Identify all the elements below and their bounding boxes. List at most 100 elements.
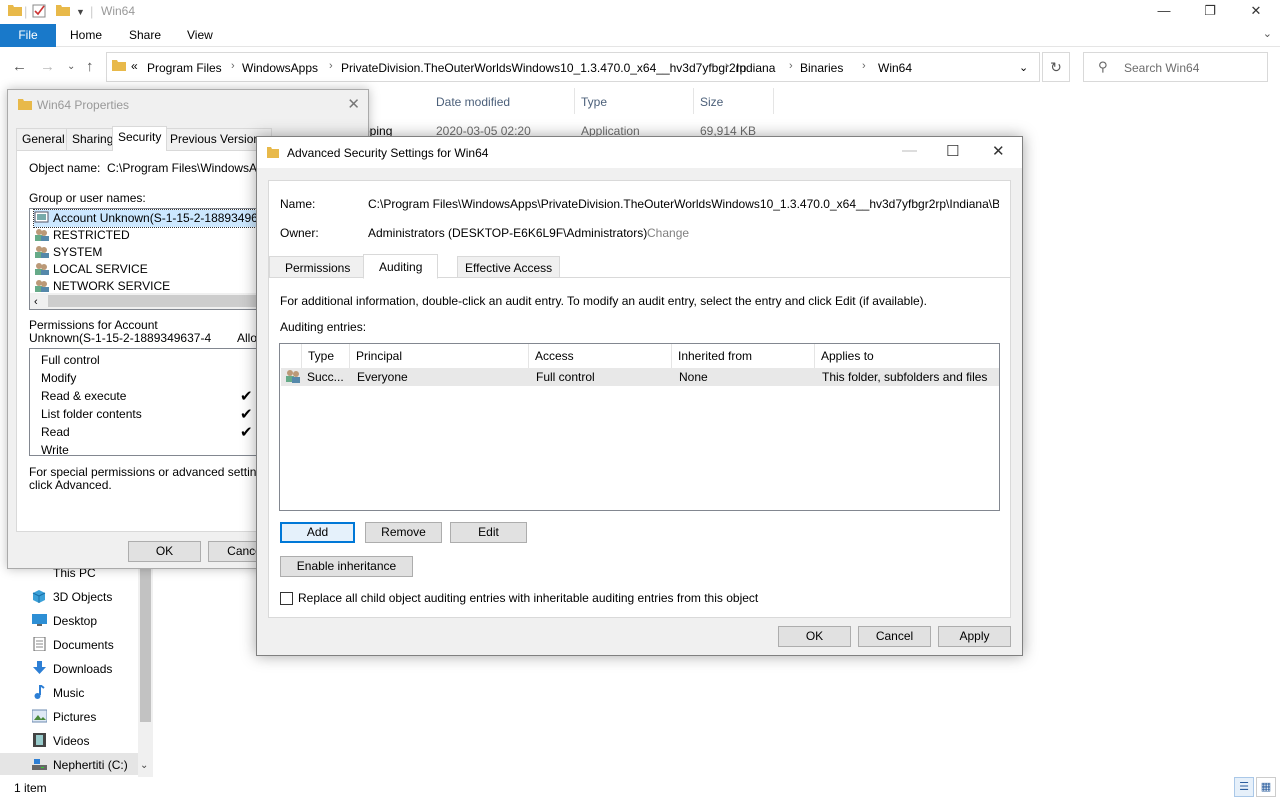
column-applies-to[interactable]: Applies to [815, 344, 999, 368]
group-user-list[interactable]: Account Unknown(S-1-15-2-1889349637-4 RE… [29, 208, 269, 310]
auditing-entries-list[interactable]: Type Principal Access Inherited from App… [279, 343, 1000, 511]
nav-drive-c[interactable]: Nephertiti (C:) [32, 754, 152, 776]
ok-button[interactable]: OK [128, 541, 201, 562]
table-row[interactable]: Succ... Everyone Full control None This … [281, 368, 999, 386]
desktop-icon [32, 612, 48, 626]
perm-modify: Modify [41, 371, 77, 385]
pictures-icon [31, 708, 48, 723]
close-icon[interactable]: ✕ [992, 142, 1005, 160]
address-dropdown-icon[interactable]: ⌄ [1019, 61, 1028, 74]
owner-label: Owner: [280, 226, 319, 240]
remove-button[interactable]: Remove [365, 522, 442, 543]
tab-security[interactable]: Security [112, 126, 168, 151]
permissions-for-label: Permissions for Account [29, 318, 158, 332]
perm-list-folder: List folder contents [41, 407, 142, 421]
list-item[interactable]: RESTRICTED [34, 227, 130, 244]
expand-ribbon-icon[interactable]: ⌄ [1263, 27, 1272, 40]
folder-icon [267, 146, 279, 161]
scroll-down-icon[interactable]: ⌄ [140, 760, 148, 771]
large-icons-view-icon[interactable]: ▦ [1256, 777, 1276, 797]
column-type[interactable]: Type [302, 344, 350, 368]
nav-music[interactable]: Music [32, 682, 152, 704]
object-name-value: C:\Program Files\WindowsApps [107, 161, 277, 175]
search-box[interactable]: ⚲ Search Win64 [1083, 52, 1268, 82]
check-icon: ✔ [240, 424, 253, 441]
user-group-icon [34, 211, 49, 224]
enable-inheritance-button[interactable]: Enable inheritance [280, 556, 413, 577]
maximize-icon[interactable]: ☐ [946, 142, 959, 160]
minimize-button[interactable]: — [1141, 0, 1187, 24]
crumb-package[interactable]: PrivateDivision.TheOuterWorldsWindows10_… [341, 61, 746, 75]
column-access[interactable]: Access [529, 344, 672, 368]
overflow-chevron[interactable]: « [131, 59, 138, 73]
customize-toolbar-icon[interactable]: ▼ [76, 7, 85, 17]
properties-quick-icon[interactable] [32, 4, 47, 21]
add-button[interactable]: Add [280, 522, 355, 543]
music-icon [32, 684, 48, 699]
crumb-binaries[interactable]: Binaries [800, 61, 843, 75]
advanced-titlebar: Advanced Security Settings for Win64 — ☐… [257, 137, 1022, 168]
owner-value: Administrators (DESKTOP-E6K6L9F\Administ… [368, 226, 648, 240]
tab-auditing[interactable]: Auditing [363, 254, 439, 279]
restore-button[interactable]: ❐ [1187, 0, 1233, 24]
close-button[interactable]: ✕ [1233, 0, 1279, 24]
column-type[interactable]: Type [581, 95, 607, 109]
replace-child-checkbox[interactable] [280, 592, 293, 605]
special-permissions-text: For special permissions or advanced sett… [29, 465, 273, 479]
drive-icon [32, 756, 48, 770]
edit-button[interactable]: Edit [450, 522, 527, 543]
scroll-thumb[interactable] [48, 295, 268, 307]
tab-effective-access[interactable]: Effective Access [457, 256, 561, 278]
column-date-modified[interactable]: Date modified [436, 95, 510, 109]
nav-downloads[interactable]: Downloads [32, 658, 152, 680]
tab-view[interactable]: View [187, 28, 213, 42]
close-icon[interactable]: ✕ [347, 95, 360, 113]
entry-type: Succ... [307, 370, 344, 384]
apply-button[interactable]: Apply [938, 626, 1011, 647]
column-principal[interactable]: Principal [350, 344, 529, 368]
window-title: Win64 [101, 4, 136, 18]
forward-arrow-icon[interactable]: → [40, 58, 55, 75]
crumb-win64[interactable]: Win64 [878, 61, 912, 75]
nav-documents[interactable]: Documents [32, 634, 152, 656]
nav-videos[interactable]: Videos [32, 730, 152, 752]
up-arrow-icon[interactable]: ↑ [86, 58, 94, 75]
back-arrow-icon[interactable]: ← [12, 58, 27, 75]
refresh-button[interactable]: ↻ [1042, 52, 1070, 82]
list-item[interactable]: LOCAL SERVICE [34, 261, 148, 278]
crumb-windowsapps[interactable]: WindowsApps [242, 61, 318, 75]
tab-file[interactable]: File [0, 24, 56, 47]
cancel-button[interactable]: Cancel [858, 626, 931, 647]
minimize-icon[interactable]: — [902, 142, 917, 159]
ribbon: File Home Share View ⌄ [0, 24, 1280, 47]
tab-home[interactable]: Home [70, 28, 102, 42]
crumb-program-files[interactable]: Program Files [147, 61, 222, 75]
scroll-left-icon[interactable]: ‹ [34, 296, 38, 308]
list-item[interactable]: SYSTEM [34, 244, 102, 261]
permissions-list: Full control Modify Read & execute ✔ Lis… [29, 348, 269, 457]
tab-general[interactable]: General [16, 128, 71, 150]
name-value: C:\Program Files\WindowsApps\PrivateDivi… [368, 197, 999, 211]
details-view-icon[interactable]: ☰ [1234, 777, 1254, 797]
new-folder-quick-icon[interactable] [56, 4, 70, 19]
tab-permissions[interactable]: Permissions [269, 256, 367, 278]
nav-3d-objects[interactable]: 3D Objects [32, 586, 152, 608]
list-item[interactable]: Account Unknown(S-1-15-2-1889349637-4 [33, 209, 268, 228]
replace-child-label[interactable]: Replace all child object auditing entrie… [298, 591, 758, 605]
crumb-indiana[interactable]: Indiana [736, 61, 775, 75]
nav-desktop[interactable]: Desktop [32, 610, 152, 632]
recent-locations-icon[interactable]: ⌄ [67, 61, 75, 72]
column-size[interactable]: Size [700, 95, 723, 109]
documents-icon [32, 636, 48, 652]
nav-scroll-thumb[interactable] [140, 565, 151, 722]
address-bar[interactable]: « Program Files › WindowsApps › PrivateD… [106, 52, 1040, 82]
check-icon: ✔ [240, 388, 253, 405]
entry-inherited-from: None [679, 370, 708, 384]
status-bar: 1 item ☰ ▦ [0, 777, 1280, 800]
column-inherited-from[interactable]: Inherited from [672, 344, 815, 368]
ok-button[interactable]: OK [778, 626, 851, 647]
user-group-icon [285, 369, 301, 386]
nav-pictures[interactable]: Pictures [31, 706, 152, 728]
change-owner-link[interactable]: Change [647, 226, 689, 240]
tab-share[interactable]: Share [129, 28, 161, 42]
